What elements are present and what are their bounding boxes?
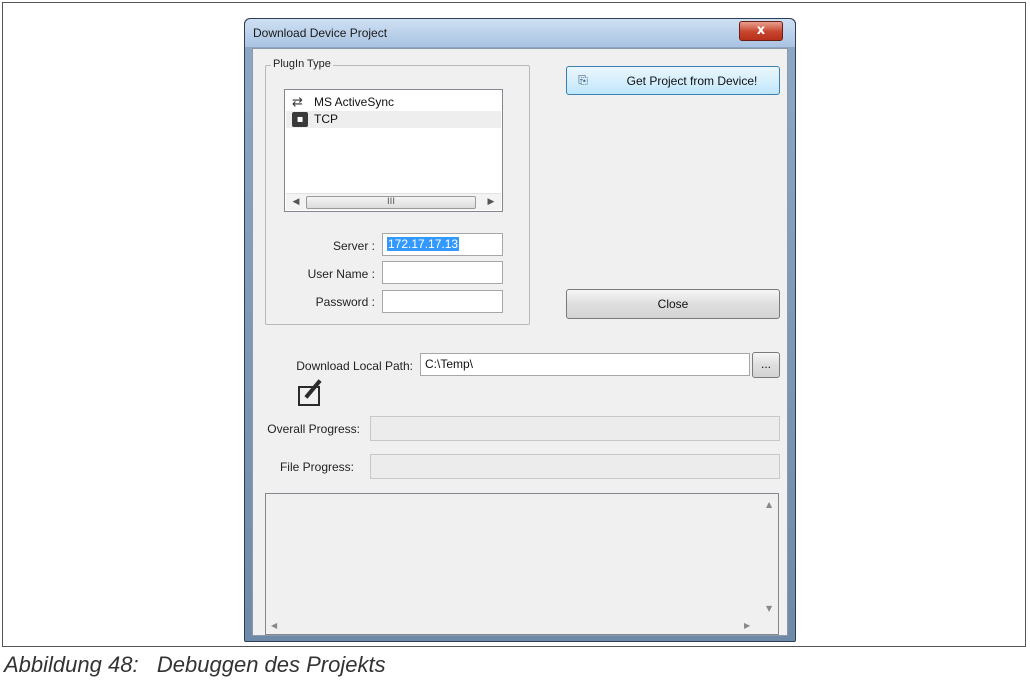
close-button[interactable]: Close bbox=[566, 289, 780, 319]
plugin-type-legend: PlugIn Type bbox=[271, 58, 333, 70]
password-label: Password : bbox=[315, 295, 375, 309]
list-item-activesync[interactable]: ⇄ MS ActiveSync bbox=[286, 94, 501, 111]
sync-icon: ⇄ bbox=[292, 95, 303, 110]
log-output-area[interactable]: ▲ ▼ ◀ ▶ bbox=[265, 493, 779, 635]
get-project-button[interactable]: ⎘ Get Project from Device! bbox=[566, 66, 780, 95]
browse-button[interactable]: ... bbox=[752, 352, 780, 378]
window-close-button[interactable]: x bbox=[739, 21, 783, 41]
server-label: Server : bbox=[332, 239, 375, 253]
file-progress-bar bbox=[370, 454, 780, 479]
scroll-down-icon[interactable]: ▼ bbox=[766, 604, 772, 613]
password-input[interactable] bbox=[382, 290, 503, 313]
log-scroll-left-icon[interactable]: ◀ bbox=[271, 621, 277, 630]
download-path-input[interactable]: C:\Temp\ bbox=[420, 353, 750, 376]
window-title: Download Device Project bbox=[253, 26, 388, 40]
list-item-label: TCP bbox=[314, 112, 338, 126]
scroll-left-icon[interactable]: ◀ bbox=[288, 194, 304, 210]
server-input[interactable]: 172.17.17.13 bbox=[382, 233, 503, 256]
username-label: User Name : bbox=[307, 267, 375, 281]
list-item-tcp[interactable]: ▪ TCP bbox=[286, 111, 501, 128]
list-item-label: MS ActiveSync bbox=[314, 95, 395, 109]
dialog-window: Download Device Project x PlugIn Type ⇄ … bbox=[244, 18, 796, 642]
overall-progress-bar bbox=[370, 416, 780, 441]
scroll-up-icon[interactable]: ▲ bbox=[766, 500, 772, 509]
scroll-right-icon[interactable]: ▶ bbox=[483, 194, 499, 210]
download-path-label: Download Local Path: bbox=[296, 359, 413, 373]
server-value: 172.17.17.13 bbox=[387, 237, 460, 251]
plugin-type-list[interactable]: ⇄ MS ActiveSync ▪ TCP ◀ III ▶ bbox=[284, 89, 503, 212]
log-horizontal-scrollbar[interactable]: ◀ ▶ bbox=[266, 617, 761, 634]
network-icon: ▪ bbox=[292, 112, 308, 127]
scroll-thumb[interactable]: III bbox=[306, 196, 476, 209]
vertical-scrollbar[interactable]: ▲ ▼ bbox=[761, 494, 778, 618]
download-icon: ⎘ bbox=[578, 73, 588, 87]
username-input[interactable] bbox=[382, 261, 503, 284]
figure-caption: Abbildung 48: Debuggen des Projekts bbox=[4, 652, 386, 677]
log-scroll-right-icon[interactable]: ▶ bbox=[744, 621, 750, 630]
horizontal-scrollbar[interactable]: ◀ III ▶ bbox=[286, 193, 501, 210]
title-bar: Download Device Project x bbox=[245, 19, 795, 47]
dialog-client-area: PlugIn Type ⇄ MS ActiveSync ▪ TCP ◀ III … bbox=[252, 48, 788, 636]
get-project-label: Get Project from Device! bbox=[626, 74, 758, 88]
file-progress-label: File Progress: bbox=[279, 460, 354, 474]
overall-progress-label: Overall Progress: bbox=[267, 422, 360, 436]
